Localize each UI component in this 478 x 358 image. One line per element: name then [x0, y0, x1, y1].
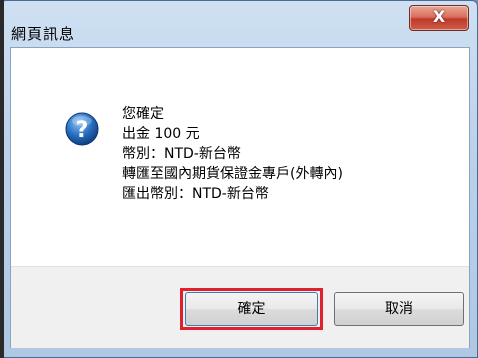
message-text: 您確定 出金 100 元 幣別：NTD-新台幣 轉匯至國內期貨保證金專戶(外轉內… — [122, 104, 343, 204]
cancel-button[interactable]: 取消 — [334, 292, 464, 326]
title-bar[interactable]: 網頁訊息 X — [1, 1, 477, 47]
message-line: 您確定 — [122, 106, 164, 122]
message-line: 轉匯至國內期貨保證金專戶(外轉內) — [122, 166, 343, 182]
message-area: ? 您確定 出金 100 元 幣別：NTD-新台幣 轉匯至國內期貨保證金專戶(外… — [11, 48, 469, 266]
svg-text:?: ? — [76, 118, 89, 143]
message-line: 幣別：NTD-新台幣 — [122, 146, 241, 162]
dialog-client-area: ? 您確定 出金 100 元 幣別：NTD-新台幣 轉匯至國內期貨保證金專戶(外… — [10, 47, 470, 348]
message-line: 匯出幣別：NTD-新台幣 — [122, 186, 269, 202]
button-bar: 確定 取消 — [11, 266, 469, 348]
close-icon: X — [432, 7, 446, 26]
question-icon: ? — [65, 112, 99, 146]
message-dialog: 網頁訊息 X ? 您確定 出金 100 元 幣別：NTD-新台幣 轉匯至國內期貨… — [0, 0, 478, 358]
ok-button[interactable]: 確定 — [185, 292, 318, 326]
message-line: 出金 100 元 — [122, 126, 200, 142]
dialog-title: 網頁訊息 — [11, 25, 76, 43]
close-button[interactable]: X — [409, 5, 469, 31]
window-edge — [0, 0, 4, 358]
